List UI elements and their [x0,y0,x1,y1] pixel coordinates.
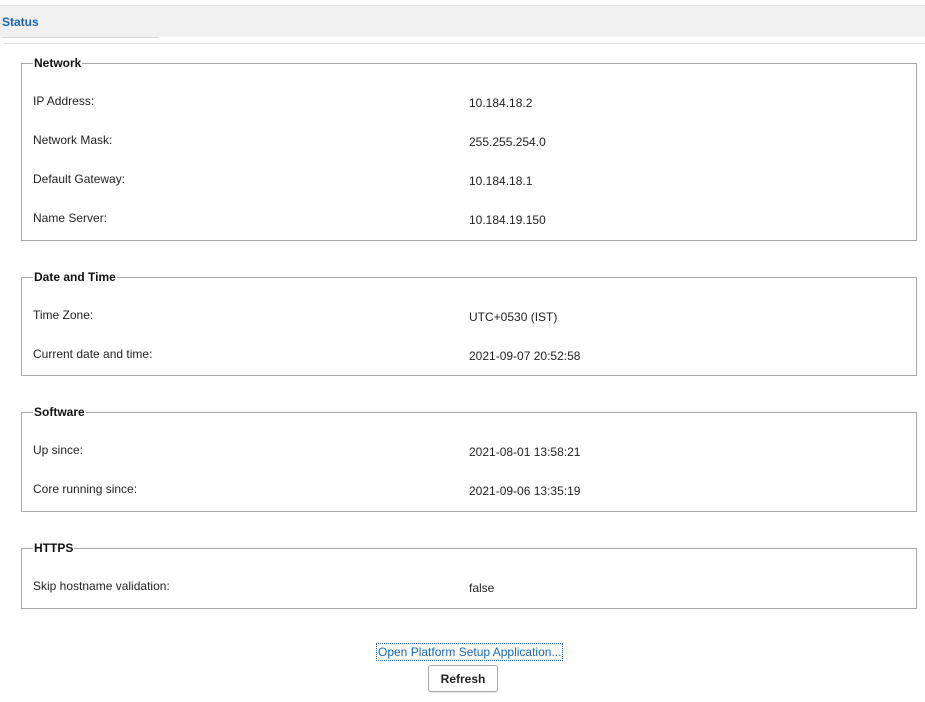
network-row-network-mask: Network Mask: 255.255.254.0 [33,133,906,149]
software-section-title: Software [34,405,85,419]
network-row-default-gateway: Default Gateway: 10.184.18.1 [33,172,906,188]
network-row-ip-address: IP Address: 10.184.18.2 [33,94,906,110]
https-row-skip-hostname-validation: Skip hostname validation: false [33,579,906,595]
status-content: Network IP Address: 10.184.18.2 Network … [2,37,925,702]
header-bar: Status [0,5,925,38]
current-date-time-label: Current date and time: [33,347,153,361]
status-page: Status Network IP Address: 10.184.18.2 N… [0,0,925,702]
software-row-core-running-since: Core running since: 2021-09-06 13:35:19 [33,482,906,498]
network-mask-value: 255.255.254.0 [469,135,546,149]
up-since-label: Up since: [33,443,84,457]
core-running-since-label: Core running since: [33,482,138,496]
current-date-time-value: 2021-09-07 20:52:58 [469,349,581,363]
network-mask-label: Network Mask: [33,133,113,147]
name-server-label: Name Server: [33,211,108,225]
open-platform-setup-link[interactable]: Open Platform Setup Application... [376,643,564,661]
refresh-button[interactable]: Refresh [428,665,498,692]
name-server-value: 10.184.19.150 [469,213,546,227]
date-time-section-title: Date and Time [34,270,116,284]
software-row-up-since: Up since: 2021-08-01 13:58:21 [33,443,906,459]
https-section-title: HTTPS [34,541,74,555]
tab-status-label: Status [2,15,39,29]
time-zone-label: Time Zone: [33,308,94,322]
skip-hostname-validation-label: Skip hostname validation: [33,579,170,593]
tab-underline [2,37,158,38]
https-section: HTTPS Skip hostname validation: false [21,541,917,609]
date-time-section: Date and Time Time Zone: UTC+0530 (IST) … [21,270,917,376]
skip-hostname-validation-value: false [469,581,495,595]
network-section: Network IP Address: 10.184.18.2 Network … [21,56,917,241]
core-running-since-value: 2021-09-06 13:35:19 [469,484,581,498]
time-zone-value: UTC+0530 (IST) [469,310,558,324]
network-row-name-server: Name Server: 10.184.19.150 [33,211,906,227]
date-time-row-time-zone: Time Zone: UTC+0530 (IST) [33,308,906,324]
date-time-row-current: Current date and time: 2021-09-07 20:52:… [33,347,906,363]
tab-status[interactable]: Status [0,6,41,38]
default-gateway-value: 10.184.18.1 [469,174,533,188]
network-section-title: Network [34,56,82,70]
default-gateway-label: Default Gateway: [33,172,126,186]
up-since-value: 2021-08-01 13:58:21 [469,445,581,459]
ip-address-value: 10.184.18.2 [469,96,533,110]
ip-address-label: IP Address: [33,94,95,108]
content-divider [4,43,925,44]
software-section: Software Up since: 2021-08-01 13:58:21 C… [21,405,917,512]
